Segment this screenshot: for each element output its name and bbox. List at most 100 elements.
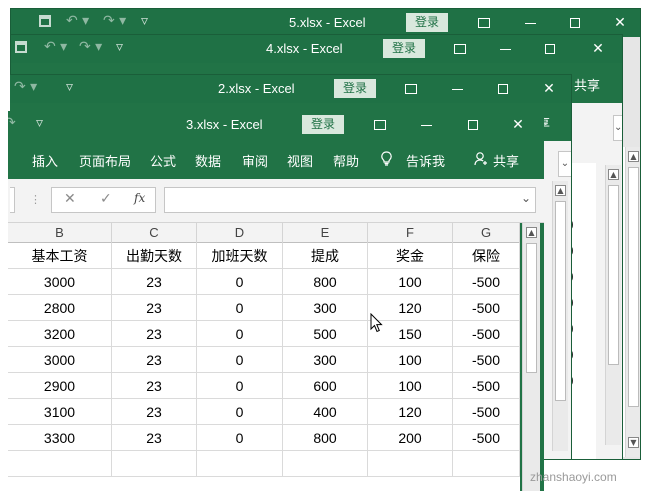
column-header-g[interactable]: G [453, 223, 520, 243]
minimize-icon[interactable] [415, 114, 437, 136]
table-cell[interactable]: -500 [453, 373, 520, 399]
login-button[interactable]: 登录 [406, 13, 449, 32]
cancel-icon[interactable]: ✕ [64, 191, 76, 207]
login-button[interactable]: 登录 [383, 39, 426, 58]
table-cell[interactable]: 0 [197, 269, 283, 295]
column-header-e[interactable]: E [283, 223, 368, 243]
maximize-icon[interactable] [564, 12, 586, 34]
tab-data[interactable]: 数据 [195, 151, 221, 170]
table-cell[interactable]: 0 [197, 295, 283, 321]
ribbon-display-icon[interactable] [369, 114, 391, 136]
login-button[interactable]: 登录 [334, 79, 377, 98]
column-header-f[interactable]: F [368, 223, 453, 243]
table-cell[interactable]: 100 [368, 347, 453, 373]
redo-icon[interactable]: ↷ ▾ [103, 13, 126, 29]
table-cell[interactable]: -500 [453, 321, 520, 347]
table-cell[interactable]: 23 [112, 321, 197, 347]
person-add-icon[interactable] [474, 151, 488, 170]
header-cell[interactable]: 基本工资 [8, 243, 112, 269]
fx-icon[interactable]: fx [134, 191, 145, 205]
table-cell[interactable]: 3300 [8, 425, 112, 451]
more-dots-icon[interactable]: ⋮ [30, 193, 41, 206]
header-cell[interactable]: 出勤天数 [112, 243, 197, 269]
table-cell[interactable]: 3000 [8, 269, 112, 295]
table-cell[interactable]: 0 [197, 321, 283, 347]
formula-dropdown[interactable]: ⌄ [558, 151, 571, 177]
table-cell[interactable]: 2800 [8, 295, 112, 321]
table-cell[interactable]: 23 [112, 347, 197, 373]
tab-formulas[interactable]: 公式 [150, 151, 176, 170]
empty-row[interactable] [8, 451, 520, 477]
table-cell[interactable]: -500 [453, 269, 520, 295]
table-cell[interactable]: -500 [453, 399, 520, 425]
vertical-scrollbar[interactable]: ▲ [522, 223, 540, 491]
table-cell[interactable]: 0 [197, 425, 283, 451]
ribbon-display-icon[interactable] [400, 78, 422, 100]
table-cell[interactable]: -500 [453, 425, 520, 451]
scroll-thumb[interactable] [526, 243, 537, 373]
table-cell[interactable]: 0 [197, 347, 283, 373]
customize-qat-icon[interactable]: ▿ [36, 115, 43, 131]
table-cell[interactable]: 3100 [8, 399, 112, 425]
table-cell[interactable]: 23 [112, 399, 197, 425]
customize-qat-icon[interactable]: ▿ [66, 79, 73, 95]
maximize-icon[interactable] [462, 114, 484, 136]
save-icon[interactable] [15, 39, 27, 55]
name-box-edge[interactable] [10, 187, 15, 213]
table-cell[interactable]: 23 [112, 425, 197, 451]
share-label[interactable]: 共享 [574, 75, 600, 94]
redo-icon[interactable]: ↷ ▾ [79, 39, 102, 55]
column-header-d[interactable]: D [197, 223, 283, 243]
close-icon[interactable]: ✕ [538, 78, 560, 100]
enter-icon[interactable]: ✓ [100, 191, 112, 207]
header-cell[interactable]: 奖金 [368, 243, 453, 269]
ribbon-display-icon[interactable] [449, 38, 471, 60]
header-cell[interactable]: 提成 [283, 243, 368, 269]
table-cell[interactable]: 23 [112, 373, 197, 399]
maximize-icon[interactable] [492, 78, 514, 100]
table-cell[interactable]: 300 [283, 295, 368, 321]
table-cell[interactable]: 200 [368, 425, 453, 451]
minimize-icon[interactable] [446, 78, 468, 100]
minimize-icon[interactable] [494, 38, 516, 60]
table-cell[interactable]: 600 [283, 373, 368, 399]
ribbon-display-icon[interactable] [473, 12, 495, 34]
formula-dropdown[interactable]: ⌄ [613, 115, 622, 141]
table-cell[interactable]: 3000 [8, 347, 112, 373]
tab-insert[interactable]: 插入 [32, 151, 58, 170]
tab-page-layout[interactable]: 页面布局 [79, 151, 131, 170]
table-cell[interactable]: 400 [283, 399, 368, 425]
column-header-c[interactable]: C [112, 223, 197, 243]
table-cell[interactable]: 23 [112, 295, 197, 321]
header-cell[interactable]: 加班天数 [197, 243, 283, 269]
table-cell[interactable]: 120 [368, 399, 453, 425]
customize-qat-icon[interactable]: ▿ [141, 13, 148, 29]
scrollbar[interactable]: ▲ [552, 181, 568, 451]
table-cell[interactable]: 800 [283, 425, 368, 451]
tab-help[interactable]: 帮助 [333, 151, 359, 170]
table-cell[interactable]: 800 [283, 269, 368, 295]
table-cell[interactable]: 3200 [8, 321, 112, 347]
table-cell[interactable]: -500 [453, 295, 520, 321]
close-icon[interactable]: ✕ [609, 12, 631, 34]
scroll-up-icon[interactable]: ▲ [526, 227, 537, 238]
formula-input[interactable]: ⌄ [164, 187, 536, 213]
tab-view[interactable]: 视图 [287, 151, 313, 170]
table-cell[interactable]: 23 [112, 269, 197, 295]
share-button[interactable]: 共享 [493, 151, 519, 170]
tell-me[interactable]: 告诉我 [406, 151, 445, 170]
close-icon[interactable]: ✕ [507, 114, 529, 136]
table-cell[interactable]: 0 [197, 399, 283, 425]
maximize-icon[interactable] [539, 38, 561, 60]
table-cell[interactable]: 300 [283, 347, 368, 373]
redo-icon[interactable]: ↷ [8, 115, 16, 131]
table-cell[interactable]: 500 [283, 321, 368, 347]
scrollbar[interactable]: ▲ [605, 165, 621, 445]
column-header-b[interactable]: B [8, 223, 112, 243]
lightbulb-icon[interactable] [380, 151, 393, 170]
table-cell[interactable]: 100 [368, 373, 453, 399]
undo-icon[interactable]: ↶ ▾ [66, 13, 89, 29]
login-button[interactable]: 登录 [302, 115, 345, 134]
table-cell[interactable]: -500 [453, 347, 520, 373]
customize-qat-icon[interactable]: ▿ [116, 39, 123, 55]
